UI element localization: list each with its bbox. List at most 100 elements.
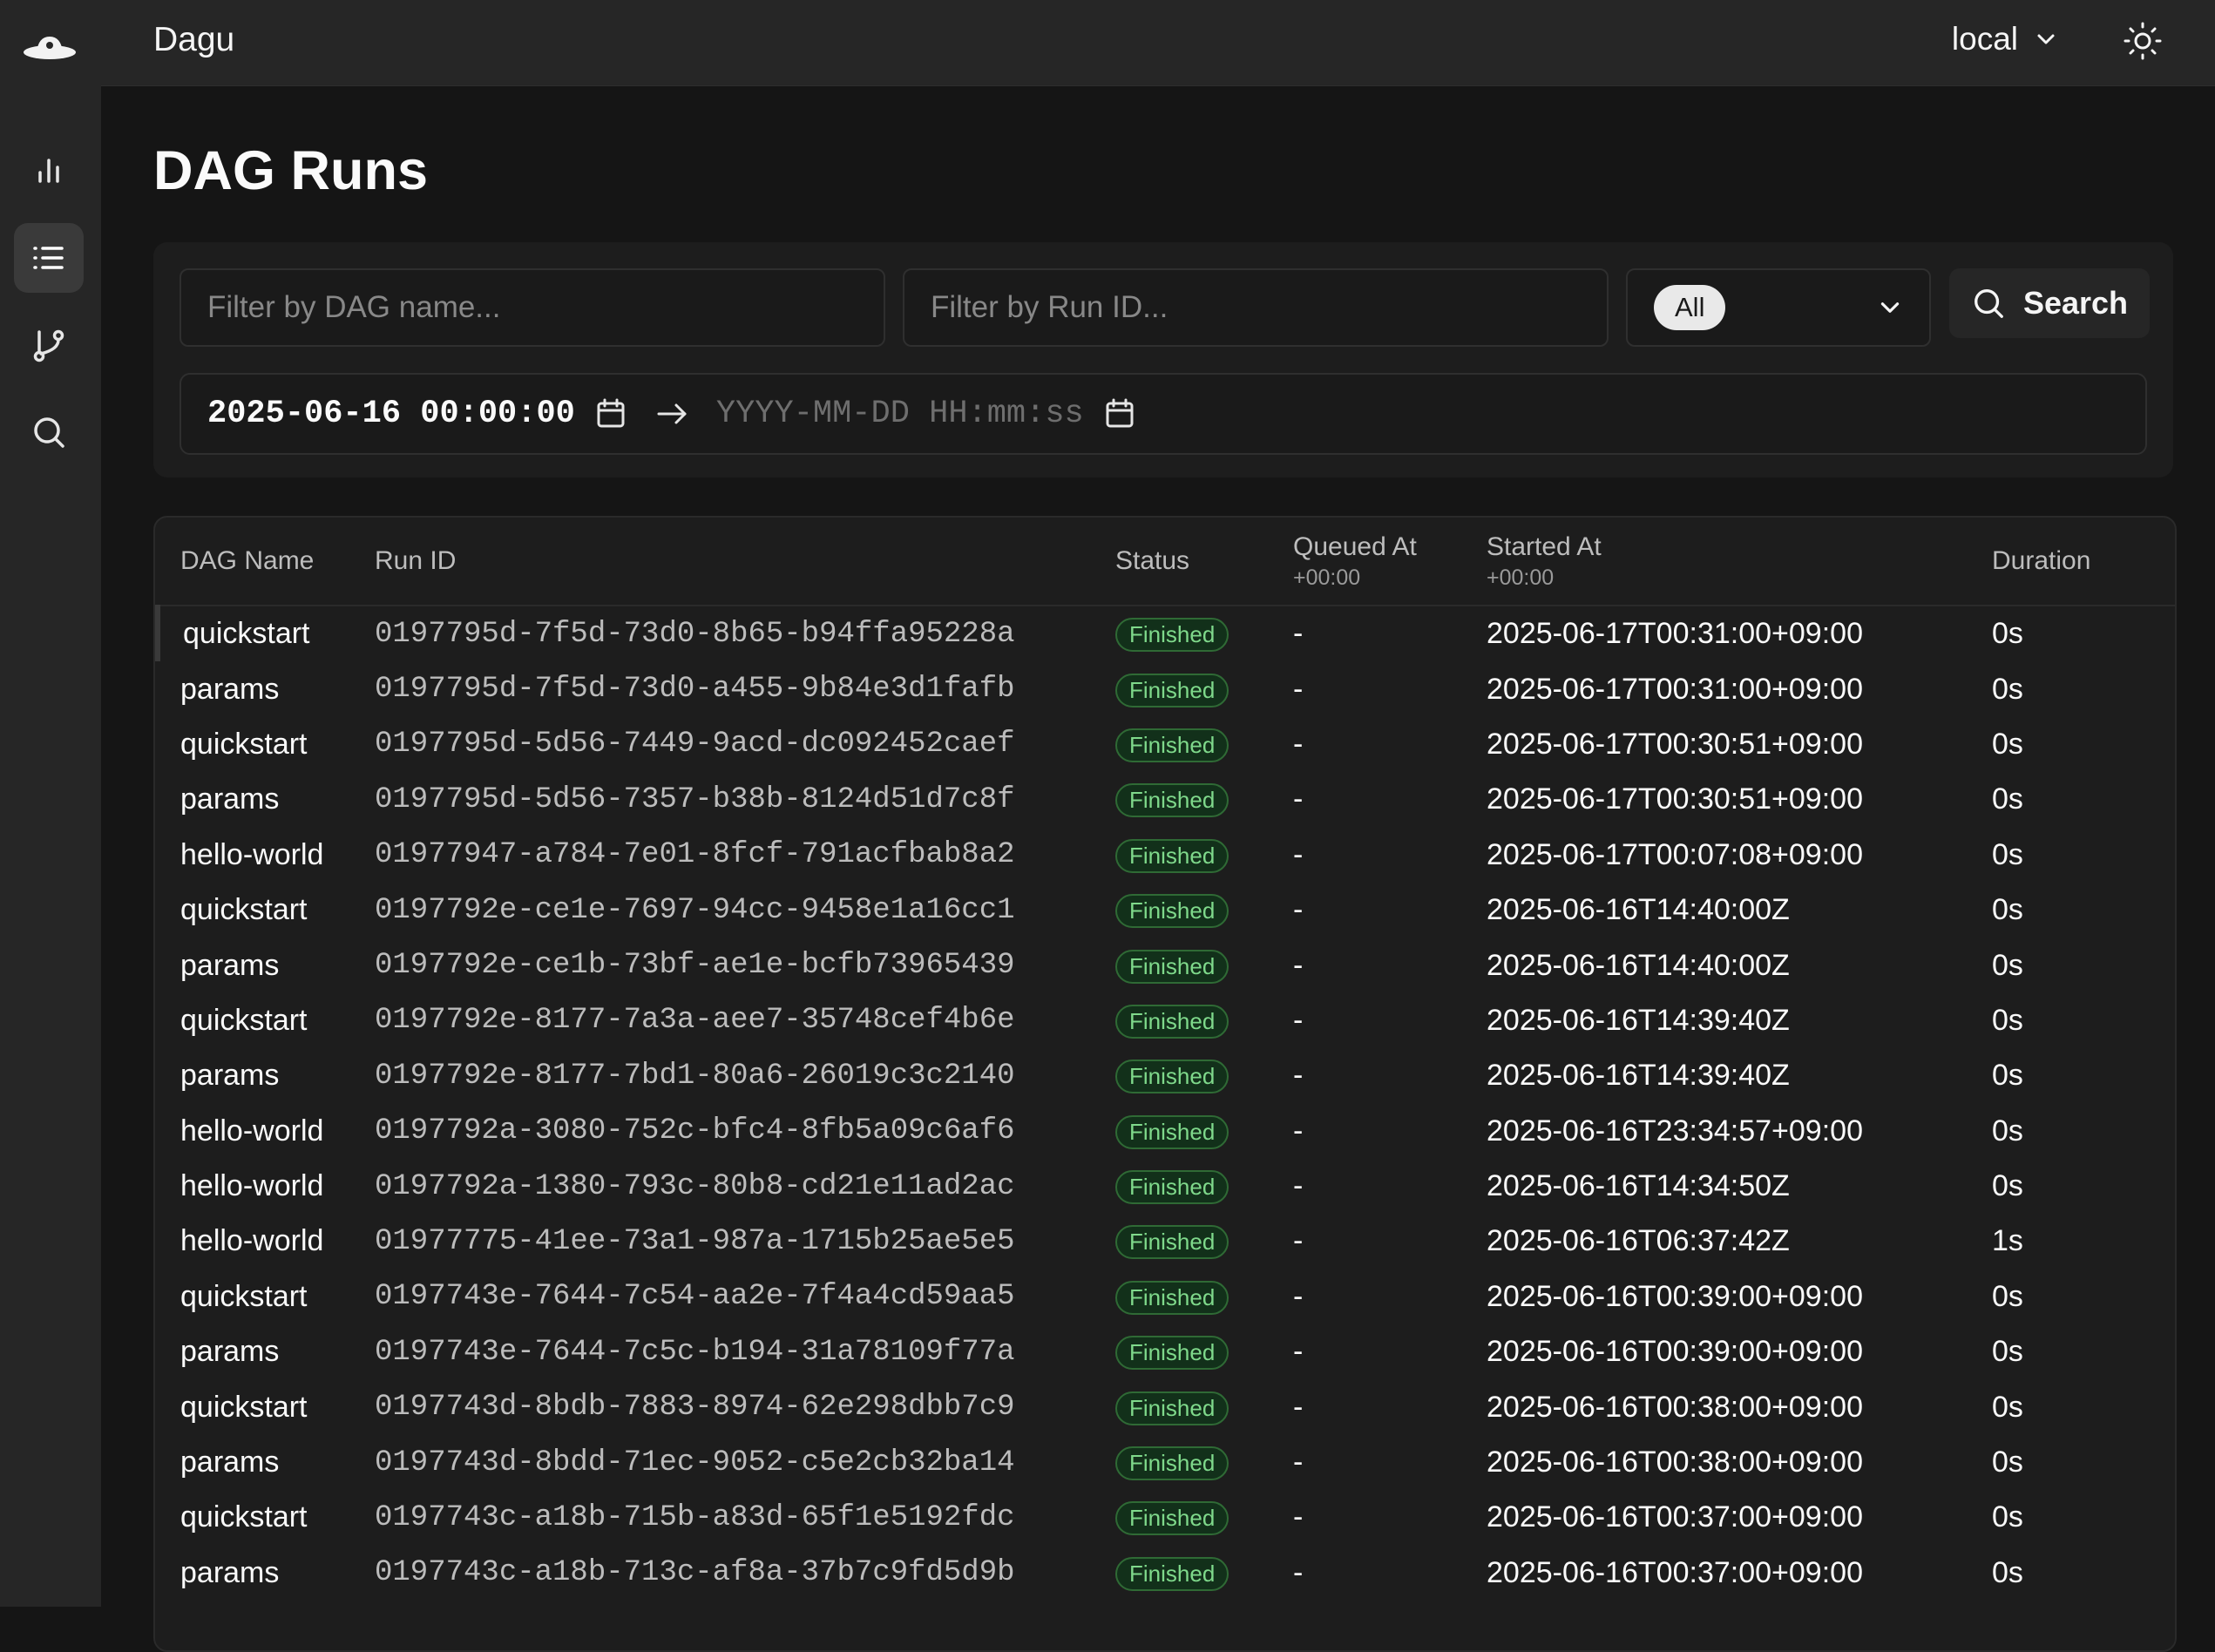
theme-toggle-button[interactable] (2121, 19, 2164, 63)
run-id-cell: 0197792a-3080-752c-bfc4-8fb5a09c6af6 (375, 1114, 1015, 1148)
dagu-logo-icon[interactable] (19, 26, 80, 71)
status-cell: Finished (1115, 1490, 1293, 1545)
status-badge: Finished (1115, 1501, 1229, 1536)
table-header-row: DAG Name Run ID Status Queued At +00:00 … (158, 518, 2175, 606)
dag-name-cell: quickstart (180, 1500, 308, 1534)
dag-name-cell: hello-world (180, 1114, 324, 1148)
nav-dag-definitions[interactable] (14, 310, 84, 380)
table-row[interactable]: hello-world 0197792a-3080-752c-bfc4-8fb5a… (158, 1104, 2175, 1159)
status-badge: Finished (1115, 1556, 1229, 1591)
run-id-cell: 0197792e-8177-7bd1-80a6-26019c3c2140 (375, 1059, 1015, 1093)
started-at-cell: 2025-06-16T14:40:00Z (1487, 948, 1790, 982)
status-badge: Finished (1115, 1446, 1229, 1481)
run-id-filter-input[interactable]: Filter by Run ID... (903, 268, 1609, 347)
dag-name-cell: params (180, 1335, 280, 1369)
duration-cell: 0s (1992, 782, 2023, 816)
table-row[interactable]: quickstart 0197743e-7644-7c54-aa2e-7f4a4c… (158, 1269, 2175, 1324)
page-title: DAG Runs (153, 140, 428, 201)
queued-at-cell: - (1293, 893, 1304, 927)
table-row[interactable]: params 0197743c-a18b-713c-af8a-37b7c9fd5d… (158, 1546, 2175, 1601)
dag-runs-table: DAG Name Run ID Status Queued At +00:00 … (155, 518, 2175, 1601)
table-row[interactable]: quickstart 0197792e-8177-7a3a-aee7-35748c… (158, 993, 2175, 1048)
dag-name-cell: quickstart (180, 727, 308, 761)
status-badge: Finished (1115, 1391, 1229, 1425)
status-cell: Finished (1115, 828, 1293, 883)
queued-at-cell: - (1293, 1169, 1304, 1203)
queued-at-cell: - (1293, 1114, 1304, 1148)
table-row[interactable]: hello-world 01977775-41ee-73a1-987a-1715b… (158, 1214, 2175, 1269)
table-row[interactable]: params 0197795d-7f5d-73d0-a455-9b84e3d1fa… (158, 661, 2175, 716)
column-header-queued-at[interactable]: Queued At +00:00 (1293, 518, 1487, 606)
started-at-cell: 2025-06-16T14:39:40Z (1487, 1003, 1790, 1037)
calendar-icon[interactable] (1103, 397, 1136, 430)
queued-at-cell: - (1293, 1500, 1304, 1534)
column-header-dag-name[interactable]: DAG Name (158, 518, 375, 606)
started-at-cell: 2025-06-16T14:40:00Z (1487, 893, 1790, 927)
nav-dag-runs[interactable] (14, 223, 84, 293)
duration-cell: 0s (1992, 672, 2023, 706)
table-row[interactable]: quickstart 0197792e-ce1e-7697-94cc-9458e1… (158, 883, 2175, 938)
queued-at-cell: - (1293, 1003, 1304, 1037)
status-cell: Finished (1115, 1104, 1293, 1159)
duration-cell: 1s (1992, 1224, 2023, 1258)
column-header-duration[interactable]: Duration (1992, 518, 2175, 606)
status-badge: Finished (1115, 1004, 1229, 1039)
started-at-cell: 2025-06-16T00:38:00+09:00 (1487, 1446, 1863, 1479)
environment-label: local (1951, 21, 2018, 57)
table-row[interactable]: params 0197792e-ce1b-73bf-ae1e-bcfb739654… (158, 938, 2175, 992)
duration-cell: 0s (1992, 1335, 2023, 1369)
duration-cell: 0s (1992, 1003, 2023, 1037)
status-select-value: All (1654, 285, 1726, 330)
status-cell: Finished (1115, 1324, 1293, 1379)
status-select[interactable]: All (1626, 268, 1931, 347)
status-badge: Finished (1115, 1060, 1229, 1094)
search-button-label: Search (2022, 285, 2129, 321)
status-cell: Finished (1115, 717, 1293, 772)
table-row[interactable]: params 0197743e-7644-7c5c-b194-31a78109f7… (158, 1324, 2175, 1379)
environment-selector[interactable]: local (1952, 21, 2058, 58)
duration-cell: 0s (1992, 727, 2023, 761)
calendar-icon[interactable] (594, 397, 627, 430)
search-icon (1975, 289, 2003, 318)
duration-cell: 0s (1992, 1114, 2023, 1148)
date-range-end[interactable]: YYYY-MM-DD HH:mm:ss (716, 396, 1084, 432)
status-cell: Finished (1115, 993, 1293, 1048)
dag-name-filter-placeholder: Filter by DAG name... (207, 290, 501, 324)
nav-dashboard[interactable] (14, 136, 84, 206)
dag-name-filter-input[interactable]: Filter by DAG name... (180, 268, 885, 347)
run-id-filter-placeholder: Filter by Run ID... (931, 290, 1168, 324)
column-header-run-id[interactable]: Run ID (375, 518, 1115, 606)
date-range-start[interactable]: 2025-06-16 00:00:00 (207, 396, 575, 432)
status-badge: Finished (1115, 1225, 1229, 1260)
queued-at-cell: - (1293, 1335, 1304, 1369)
column-header-started-at[interactable]: Started At +00:00 (1487, 518, 1992, 606)
started-at-cell: 2025-06-17T00:30:51+09:00 (1487, 727, 1863, 761)
run-id-cell: 0197795d-7f5d-73d0-8b65-b94ffa95228a (375, 617, 1015, 651)
table-row[interactable]: quickstart 0197795d-5d56-7449-9acd-dc0924… (158, 717, 2175, 772)
table-row[interactable]: quickstart 0197795d-7f5d-73d0-8b65-b94ffa… (155, 606, 2175, 662)
queued-at-cell: - (1293, 837, 1304, 871)
table-row[interactable]: params 0197743d-8bdd-71ec-9052-c5e2cb32ba… (158, 1435, 2175, 1490)
search-button[interactable]: Search (1949, 268, 2150, 338)
queued-at-cell: - (1293, 1555, 1304, 1589)
queued-at-cell: - (1293, 948, 1304, 982)
arrow-right-icon (657, 403, 687, 424)
status-cell: Finished (1115, 1048, 1293, 1103)
status-cell: Finished (1115, 1269, 1293, 1324)
nav-search[interactable] (14, 397, 84, 467)
duration-cell: 0s (1992, 1555, 2023, 1589)
run-id-cell: 0197743d-8bdb-7883-8974-62e298dbb7c9 (375, 1391, 1015, 1425)
table-row[interactable]: quickstart 0197743c-a18b-715b-a83d-65f1e5… (158, 1490, 2175, 1545)
table-row[interactable]: hello-world 0197792a-1380-793c-80b8-cd21e… (158, 1159, 2175, 1214)
table-row[interactable]: params 0197792e-8177-7bd1-80a6-26019c3c21… (158, 1048, 2175, 1103)
table-row[interactable]: quickstart 0197743d-8bdb-7883-8974-62e298… (158, 1379, 2175, 1434)
column-header-status[interactable]: Status (1115, 518, 1293, 606)
queued-at-label: Queued At (1293, 531, 1417, 561)
table-row[interactable]: params 0197795d-5d56-7357-b38b-8124d51d7c… (158, 772, 2175, 827)
duration-cell: 0s (1992, 893, 2023, 927)
dag-name-cell: params (180, 948, 280, 982)
run-id-cell: 01977775-41ee-73a1-987a-1715b25ae5e5 (375, 1224, 1015, 1258)
list-icon (33, 247, 64, 269)
table-row[interactable]: hello-world 01977947-a784-7e01-8fcf-791ac… (158, 828, 2175, 883)
dag-runs-table-card: DAG Name Run ID Status Queued At +00:00 … (153, 516, 2177, 1652)
